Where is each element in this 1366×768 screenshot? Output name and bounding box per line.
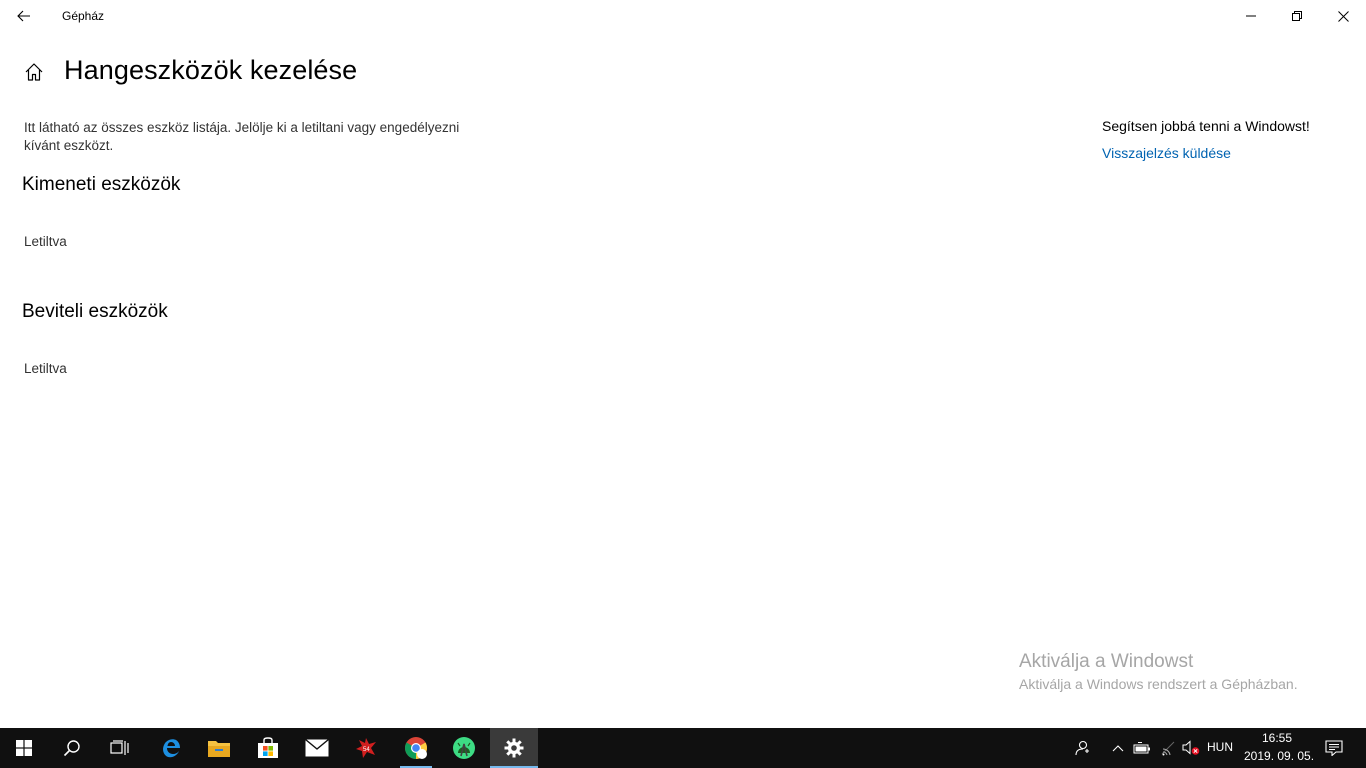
people-icon (1075, 740, 1089, 756)
mail-icon (305, 739, 329, 757)
close-icon (1337, 10, 1349, 22)
taskbar: 54 HUN 16:55 2019. 09. 05. (0, 728, 1366, 768)
search-button[interactable] (48, 728, 96, 768)
store-taskbar-button[interactable] (244, 728, 292, 768)
volume-muted-icon (1182, 740, 1200, 755)
action-center-button[interactable] (1318, 728, 1350, 768)
game-app-icon: 54 (356, 738, 376, 758)
task-view-icon (110, 740, 129, 755)
page-title: Hangeszközök kezelése (64, 55, 358, 85)
clock-time[interactable]: 16:55 (1262, 731, 1292, 745)
clock-date[interactable]: 2019. 09. 05. (1244, 749, 1314, 763)
home-icon (25, 63, 43, 81)
task-view-button[interactable] (96, 728, 144, 768)
search-icon (63, 740, 80, 757)
title-bar: Gépház (0, 0, 1366, 32)
notifications-icon (1325, 740, 1343, 756)
language-indicator[interactable]: HUN (1207, 740, 1233, 754)
network-button[interactable] (1157, 728, 1179, 768)
edge-taskbar-button[interactable] (147, 728, 195, 768)
chrome-taskbar-button[interactable] (392, 728, 440, 768)
start-button[interactable] (0, 728, 48, 768)
feedback-heading: Segítsen jobbá tenni a Windowst! (1102, 118, 1310, 134)
battery-button[interactable] (1131, 728, 1153, 768)
back-button[interactable] (8, 0, 40, 32)
chevron-up-icon (1112, 745, 1124, 752)
mail-taskbar-button[interactable] (293, 728, 341, 768)
window-title: Gépház (62, 9, 105, 23)
activation-watermark-subtitle: Aktiválja a Windows rendszert a Gépházba… (1019, 676, 1298, 692)
battery-icon (1133, 742, 1150, 754)
settings-icon (504, 738, 524, 758)
minimize-icon (1246, 15, 1256, 17)
game-taskbar-button[interactable]: 54 (342, 728, 390, 768)
input-devices-heading: Beviteli eszközök (22, 301, 168, 322)
file-explorer-icon (208, 741, 230, 757)
minimize-button[interactable] (1228, 0, 1274, 32)
output-devices-status: Letiltva (24, 234, 67, 249)
back-arrow-icon (17, 10, 30, 22)
start-icon (16, 740, 32, 756)
output-devices-heading: Kimeneti eszközök (22, 174, 181, 195)
send-feedback-link[interactable]: Visszajelzés küldése (1102, 145, 1231, 161)
restore-button[interactable] (1274, 0, 1320, 32)
game-badge: 54 (363, 747, 370, 753)
restore-icon (1292, 11, 1302, 21)
file-explorer-taskbar-button[interactable] (195, 728, 243, 768)
android-studio-icon (453, 737, 475, 759)
show-hidden-icons-button[interactable] (1108, 728, 1128, 768)
store-icon (258, 737, 278, 758)
chrome-icon (405, 737, 427, 759)
settings-taskbar-button[interactable] (490, 728, 538, 768)
close-button[interactable] (1320, 0, 1366, 32)
people-button[interactable] (1070, 728, 1094, 768)
page-description: Itt látható az összes eszköz listája. Je… (24, 120, 460, 153)
android-studio-taskbar-button[interactable] (440, 728, 488, 768)
activation-watermark-title: Aktiválja a Windowst (1019, 651, 1194, 672)
home-button[interactable] (22, 60, 46, 84)
input-devices-status: Letiltva (24, 361, 67, 376)
edge-icon (163, 739, 180, 758)
volume-button[interactable] (1180, 728, 1202, 768)
wifi-icon (1161, 741, 1175, 756)
